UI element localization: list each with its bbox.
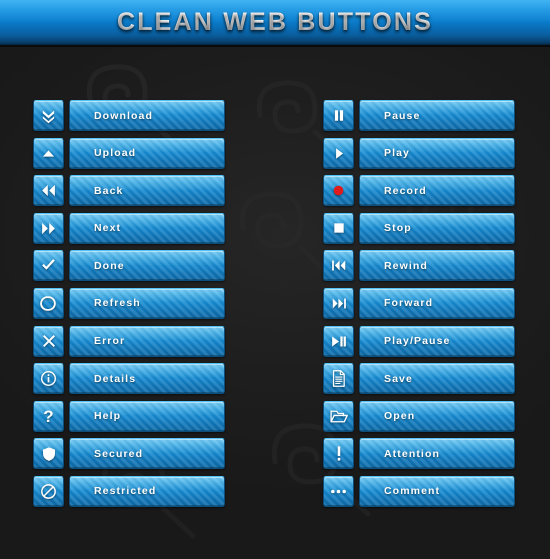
no-entry-icon[interactable] — [33, 475, 64, 507]
pause-icon[interactable] — [323, 100, 354, 131]
button-next[interactable]: Next — [33, 212, 225, 244]
cross-icon[interactable] — [33, 325, 64, 357]
button-label-panel[interactable]: Comment — [359, 475, 515, 507]
button-label: Details — [94, 372, 137, 385]
button-label: Save — [384, 372, 413, 385]
button-label: Next — [94, 222, 122, 235]
button-columns: Download Upload Back Next Done Refresh Error De… — [0, 47, 550, 559]
button-label-panel[interactable]: Attention — [359, 438, 515, 470]
button-label: Forward — [384, 297, 434, 310]
button-label-panel[interactable]: Record — [359, 175, 515, 207]
double-chevron-down-icon[interactable] — [33, 100, 64, 131]
button-label: Record — [384, 184, 427, 197]
button-rewind[interactable]: Rewind — [323, 250, 515, 282]
document-icon[interactable] — [323, 363, 354, 395]
button-stop[interactable]: Stop — [323, 212, 515, 244]
play-icon[interactable] — [323, 137, 354, 169]
button-error[interactable]: Error — [33, 325, 225, 357]
button-done[interactable]: Done — [33, 250, 225, 282]
button-label: Play — [384, 147, 410, 160]
button-label: Stop — [384, 222, 412, 235]
info-circle-icon[interactable] — [33, 363, 64, 395]
button-restricted[interactable]: Restricted — [33, 475, 225, 507]
shield-icon[interactable] — [33, 438, 64, 470]
button-column-left: Download Upload Back Next Done Refresh Error De… — [33, 100, 225, 514]
button-secured[interactable]: Secured — [33, 438, 225, 470]
button-download[interactable]: Download — [33, 100, 225, 131]
record-dot-icon[interactable] — [323, 175, 354, 207]
button-label: Help — [94, 410, 122, 423]
ellipsis-icon[interactable] — [323, 475, 354, 507]
button-column-right: Pause Play Record Stop Rewind Forward Play/Pau… — [323, 100, 515, 514]
play-pause-icon[interactable] — [323, 325, 354, 357]
button-back[interactable]: Back — [33, 175, 225, 207]
button-label: Restricted — [94, 485, 157, 498]
button-label: Secured — [94, 447, 144, 460]
button-set-page: CLEAN WEB BUTTONS Download Upload Back Next… — [0, 0, 550, 559]
button-label-panel[interactable]: Done — [69, 250, 225, 282]
button-label: Done — [94, 259, 125, 272]
button-label-panel[interactable]: Save — [359, 363, 515, 395]
button-forward[interactable]: Forward — [323, 287, 515, 319]
button-refresh[interactable]: Refresh — [33, 287, 225, 319]
button-label-panel[interactable]: Forward — [359, 287, 515, 319]
button-label-panel[interactable]: Stop — [359, 212, 515, 244]
question-mark-icon[interactable]: ? — [33, 400, 64, 432]
button-label: Pause — [384, 109, 421, 122]
button-label-panel[interactable]: Pause — [359, 100, 515, 131]
button-label: Comment — [384, 485, 441, 498]
button-label: Open — [384, 410, 416, 423]
button-record[interactable]: Record — [323, 175, 515, 207]
button-label-panel[interactable]: Play — [359, 137, 515, 169]
button-open[interactable]: Open — [323, 400, 515, 432]
button-play-pause[interactable]: Play/Pause — [323, 325, 515, 357]
button-save[interactable]: Save — [323, 363, 515, 395]
button-play[interactable]: Play — [323, 137, 515, 169]
button-label-panel[interactable]: Error — [69, 325, 225, 357]
page-header: CLEAN WEB BUTTONS — [0, 0, 550, 47]
button-comment[interactable]: Comment — [323, 475, 515, 507]
button-label: Upload — [94, 147, 137, 160]
button-label: Download — [94, 109, 153, 122]
button-label-panel[interactable]: Play/Pause — [359, 325, 515, 357]
button-label-panel[interactable]: Secured — [69, 438, 225, 470]
forward-icon[interactable] — [323, 287, 354, 319]
button-label-panel[interactable]: Open — [359, 400, 515, 432]
button-label: Attention — [384, 447, 440, 460]
button-label-panel[interactable]: Download — [69, 100, 225, 131]
rewind-icon[interactable] — [323, 250, 354, 282]
button-label: Back — [94, 184, 124, 197]
page-title: CLEAN WEB BUTTONS — [116, 8, 434, 36]
button-label: Error — [94, 335, 126, 348]
button-label-panel[interactable]: Details — [69, 363, 225, 395]
check-icon[interactable] — [33, 250, 64, 282]
double-arrow-left-icon[interactable] — [33, 175, 64, 207]
double-arrow-right-icon[interactable] — [33, 212, 64, 244]
button-label: Play/Pause — [384, 335, 451, 348]
button-label-panel[interactable]: Restricted — [69, 475, 225, 507]
button-label-panel[interactable]: Rewind — [359, 250, 515, 282]
button-help[interactable]: ? Help — [33, 400, 225, 432]
stop-square-icon[interactable] — [323, 212, 354, 244]
button-label-panel[interactable]: Next — [69, 212, 225, 244]
button-label-panel[interactable]: Upload — [69, 137, 225, 169]
triangle-up-icon[interactable] — [33, 137, 64, 169]
button-details[interactable]: Details — [33, 363, 225, 395]
button-label-panel[interactable]: Back — [69, 175, 225, 207]
button-label-panel[interactable]: Refresh — [69, 287, 225, 319]
folder-open-icon[interactable] — [323, 400, 354, 432]
button-label: Refresh — [94, 297, 141, 310]
button-label-panel[interactable]: Help — [69, 400, 225, 432]
button-pause[interactable]: Pause — [323, 100, 515, 131]
exclamation-icon[interactable] — [323, 438, 354, 470]
refresh-circle-icon[interactable] — [33, 287, 64, 319]
button-attention[interactable]: Attention — [323, 438, 515, 470]
button-label: Rewind — [384, 259, 428, 272]
button-upload[interactable]: Upload — [33, 137, 225, 169]
